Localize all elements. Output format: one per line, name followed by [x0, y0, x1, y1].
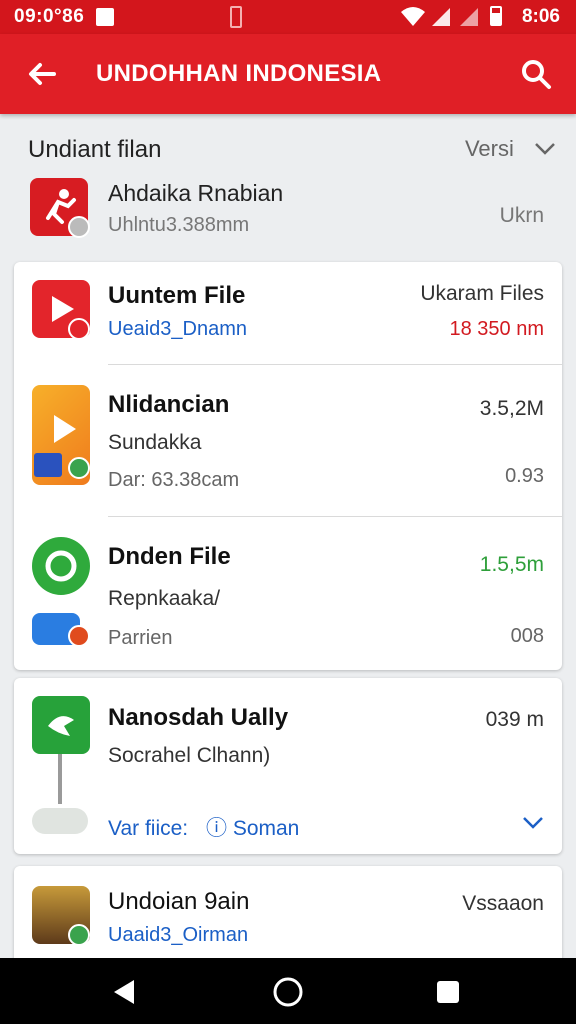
item-meta: Parrien: [108, 627, 173, 649]
item-meta: Dar: 63.38cam: [108, 469, 240, 491]
flag-icon: [34, 453, 62, 477]
gear-app-icon: [32, 537, 90, 595]
wifi-icon: [401, 7, 425, 26]
app-bar: UNDOHHAN INDONESIA: [0, 34, 576, 114]
item-count: 0.93: [505, 465, 544, 487]
item-size: 039 m: [485, 708, 544, 731]
arrow-back-icon[interactable]: [22, 54, 62, 94]
check-badge-icon: [68, 216, 90, 238]
version-prefix: Var fiice:: [108, 817, 189, 840]
item-subtitle: Repnkaaka/: [108, 587, 221, 610]
item-category: Ukaram Files: [420, 282, 544, 305]
list-item[interactable]: Dnden File Repnkaaka/ Parrien 1.5,5m 008: [14, 517, 562, 667]
file-card: Uuntem File Ueaid3_Dnamn Ukaram Files 18…: [14, 262, 562, 670]
item-title: Undoian 9ain: [108, 888, 250, 915]
sim-icon: [230, 6, 242, 28]
nav-back-icon[interactable]: [104, 972, 144, 1012]
status-bar: 09:0°86 8:06: [0, 0, 576, 34]
info-icon: ⓘ: [205, 817, 227, 840]
chevron-down-icon[interactable]: [522, 816, 544, 830]
item-subtitle[interactable]: Uaaid3_Oirman: [108, 924, 248, 947]
item-subtitle: Sundakka: [108, 431, 202, 454]
item-size: 1.5,5m: [479, 553, 544, 576]
item-size: 18 350 nm: [449, 318, 544, 340]
check-badge-icon: [68, 457, 90, 479]
status-time-right: 8:06: [521, 6, 560, 27]
item-size: Vssaaon: [462, 892, 544, 915]
item-count: 008: [510, 625, 544, 647]
item-size: Ukrn: [499, 204, 544, 227]
section-label: Undiant filan: [28, 136, 162, 163]
section-header: Undiant filan Versi: [28, 132, 556, 168]
sort-dropdown[interactable]: Versi: [465, 136, 556, 162]
chevron-down-icon: [535, 143, 555, 155]
list-item[interactable]: Uuntem File Ueaid3_Dnamn Ukaram Files 18…: [14, 262, 562, 364]
navigation-bar: [0, 958, 576, 1024]
bird-icon: [48, 716, 74, 736]
item-subtitle: Socrahel Clhann): [108, 744, 271, 767]
check-toggle-icon: [32, 808, 88, 834]
item-title: Ahdaika Rnabian: [108, 180, 284, 206]
item-subtitle: Uhlntu3.388mm: [108, 214, 250, 236]
item-title: Nlidancian: [108, 391, 230, 418]
gear-icon: [45, 550, 77, 582]
notification-icon: [96, 8, 114, 26]
item-subtitle[interactable]: Ueaid3_Dnamn: [108, 318, 247, 341]
battery-icon: [490, 6, 502, 26]
check-badge-icon: [68, 924, 90, 946]
item-title: Dnden File: [108, 543, 231, 570]
version-value: Soman: [232, 817, 300, 840]
status-time-left: 09:0°86: [14, 6, 85, 27]
check-badge-icon: [68, 625, 90, 647]
connector-line: [58, 754, 62, 804]
list-item[interactable]: Nlidancian Sundakka Dar: 63.38cam 3.5,2M…: [14, 365, 562, 515]
list-item[interactable]: Ahdaika Rnabian Uhlntu3.388mm Ukrn: [28, 176, 548, 246]
page-title: UNDOHHAN INDONESIA: [96, 60, 382, 87]
signal-icon-2: [460, 8, 478, 26]
item-size: 3.5,2M: [479, 397, 544, 420]
nav-recent-icon[interactable]: [428, 972, 468, 1012]
file-card[interactable]: Undoian 9ain Uaaid3_Oirman Vssaaon: [14, 866, 562, 966]
version-link[interactable]: Var fiice: ⓘ Soman: [108, 812, 299, 842]
signal-icon: [432, 8, 450, 26]
item-title: Nanosdah Ually: [108, 704, 289, 731]
search-icon[interactable]: [518, 56, 554, 92]
sort-label: Versi: [464, 136, 514, 161]
item-title: Uuntem File: [108, 282, 246, 309]
file-card[interactable]: Nanosdah Ually Socrahel Clhann) 039 m Va…: [14, 678, 562, 854]
check-badge-icon: [68, 318, 90, 340]
nav-home-icon[interactable]: [268, 972, 308, 1012]
share-app-icon: [32, 696, 90, 754]
